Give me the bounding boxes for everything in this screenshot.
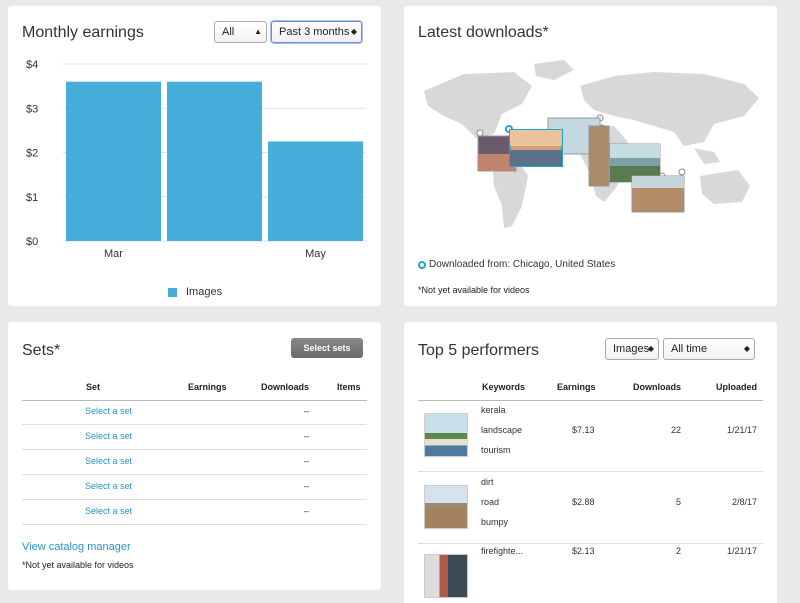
set-downloads-value: –: [304, 456, 310, 466]
top-performers-card: Top 5 performers Images ◆ All time ◆ Key…: [404, 322, 777, 603]
performer-downloads: 5: [675, 497, 681, 507]
set-downloads-value: –: [304, 431, 310, 441]
keyword: bumpy: [481, 517, 509, 527]
select-sets-button[interactable]: Select sets: [291, 338, 363, 358]
firefighter-photo[interactable]: [424, 554, 468, 598]
keyword: road: [481, 497, 500, 507]
bar[interactable]: [167, 81, 262, 241]
legend-label-images: Images: [186, 286, 223, 298]
monthly-earnings-card: Monthly earnings All ▲ Past 3 months ◆ $…: [8, 6, 381, 306]
keyword: landscape: [481, 425, 523, 435]
select-a-set-link[interactable]: Select a set: [85, 431, 132, 441]
select-a-set-link[interactable]: Select a set: [85, 406, 132, 416]
performers-type-value: Images: [613, 343, 650, 355]
sets-row-divider: [22, 424, 367, 425]
performer-earnings: $2.13: [572, 546, 595, 556]
download-location-marker-icon: [418, 261, 426, 269]
keyword: firefighte...: [481, 546, 524, 556]
performer-uploaded: 2/8/17: [731, 497, 757, 507]
keyword: tourism: [481, 445, 511, 455]
performers-row-divider: [418, 543, 763, 544]
y-tick-label: $1: [26, 192, 38, 204]
sets-card: Sets* Select sets Set Earnings Downloads…: [8, 322, 381, 590]
sets-col-set: Set: [86, 382, 101, 392]
sets-row-divider: [22, 499, 367, 500]
y-tick-label: $0: [26, 236, 38, 248]
y-tick-label: $2: [26, 148, 38, 160]
sets-header-divider: [22, 400, 367, 401]
sets-col-earnings: Earnings: [188, 382, 227, 392]
top-performers-title: Top 5 performers: [418, 342, 539, 359]
y-tick-label: $3: [26, 103, 38, 115]
latest-downloads-card: Latest downloads* Downloaded from: Chica…: [404, 6, 777, 306]
performers-col-downloads: Downloads: [633, 382, 682, 392]
sets-row-divider: [22, 449, 367, 450]
legend-swatch-images: [168, 288, 177, 297]
sets-title: Sets*: [22, 342, 61, 359]
performers-col-earnings: Earnings: [557, 382, 596, 392]
latest-downloads-title: Latest downloads*: [418, 24, 549, 41]
performer-uploaded: 1/21/17: [726, 425, 757, 435]
sets-col-downloads: Downloads: [261, 382, 310, 392]
sets-row-divider: [22, 474, 367, 475]
performers-period-value: All time: [671, 343, 708, 355]
performer-earnings: $7.13: [572, 425, 595, 435]
world-map: [424, 60, 759, 228]
keyword: dirt: [481, 477, 494, 487]
x-tick-label: Mar: [104, 248, 123, 260]
set-downloads-value: –: [304, 506, 310, 516]
bar[interactable]: [66, 81, 161, 241]
performer-downloads: 22: [670, 425, 681, 435]
sets-footnote: *Not yet available for videos: [22, 560, 134, 570]
dirt-road-photo[interactable]: [424, 485, 468, 529]
backwater-boat-photo[interactable]: [424, 413, 468, 457]
x-tick-label: May: [305, 248, 326, 260]
y-tick-label: $4: [26, 59, 38, 71]
bar[interactable]: [268, 141, 363, 241]
downloads-footnote: *Not yet available for videos: [418, 285, 530, 295]
performers-period-select[interactable]: All time ◆: [663, 338, 755, 360]
select-arrows-icon: ◆: [647, 344, 654, 353]
set-downloads-value: –: [304, 481, 310, 491]
performers-col-uploaded: Uploaded: [716, 382, 758, 392]
set-downloads-value: –: [304, 406, 310, 416]
performers-header-divider: [418, 400, 763, 401]
downloaded-from-text: Downloaded from: Chicago, United States: [429, 259, 616, 270]
performer-earnings: $2.88: [572, 497, 595, 507]
select-a-set-link[interactable]: Select a set: [85, 506, 132, 516]
select-a-set-link[interactable]: Select a set: [85, 456, 132, 466]
performer-uploaded: 1/21/17: [726, 546, 757, 556]
select-a-set-link[interactable]: Select a set: [85, 481, 132, 491]
sets-col-items: Items: [337, 382, 361, 392]
earnings-chart: $4 $3 $2 $1 $0 Mar May: [26, 59, 366, 260]
performers-row-divider: [418, 471, 763, 472]
select-arrows-icon: ◆: [743, 344, 750, 353]
keyword: kerala: [481, 405, 506, 415]
performers-col-keywords: Keywords: [482, 382, 526, 392]
view-catalog-manager-link[interactable]: View catalog manager: [22, 541, 131, 553]
performers-type-select[interactable]: Images ◆: [605, 338, 659, 360]
sets-row-divider: [22, 524, 367, 525]
performer-downloads: 2: [675, 546, 681, 556]
